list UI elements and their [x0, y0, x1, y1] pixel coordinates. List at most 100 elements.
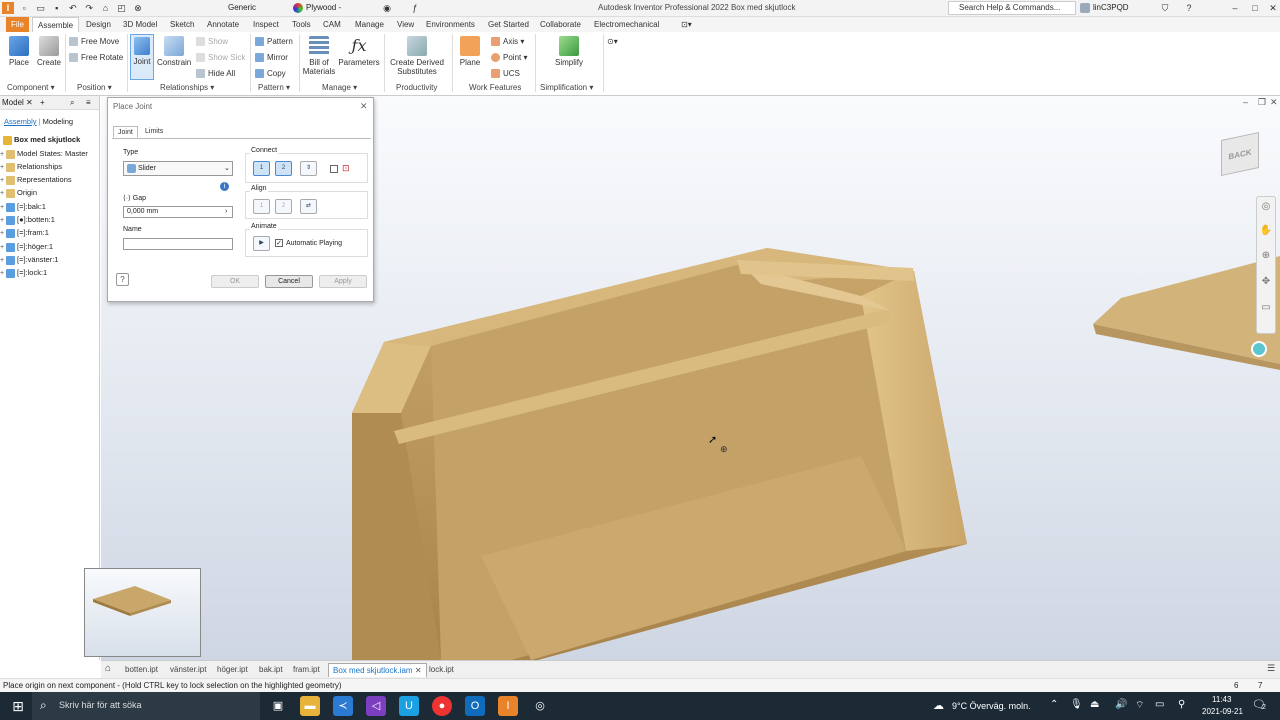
- maximize-icon[interactable]: □: [1249, 2, 1261, 14]
- lock-checkbox[interactable]: [330, 165, 338, 173]
- group-title-component[interactable]: Component ▾: [7, 83, 55, 92]
- apply-button[interactable]: Apply: [319, 275, 367, 288]
- volume-icon[interactable]: 🔊: [1115, 699, 1127, 710]
- chrome-icon[interactable]: ●: [432, 696, 452, 716]
- doc-tabs-menu-icon[interactable]: ☰: [1267, 663, 1275, 674]
- tab-annotate[interactable]: Annotate: [202, 17, 244, 32]
- bill-of-materials-button[interactable]: Bill of Materials: [302, 36, 336, 76]
- plane-button[interactable]: Plane: [456, 36, 484, 67]
- create-derived-substitutes-button[interactable]: Create Derived Substitutes: [388, 36, 446, 76]
- tree-item[interactable]: + [=]:höger:1: [0, 241, 53, 254]
- arrow-right-icon[interactable]: ›: [225, 207, 227, 217]
- inventor-logo-icon[interactable]: I: [2, 2, 14, 14]
- mirror-button[interactable]: Mirror: [255, 52, 288, 64]
- chevron-up-icon[interactable]: ⌃: [1050, 699, 1058, 710]
- browser-tab-modeling[interactable]: Modeling: [43, 117, 73, 126]
- network-icon[interactable]: ⚲: [1178, 699, 1185, 710]
- usb-icon[interactable]: ⏏: [1090, 699, 1099, 710]
- minimize-icon[interactable]: –: [1229, 2, 1241, 14]
- material-icon[interactable]: ⊗: [132, 2, 144, 14]
- tree-item[interactable]: + [=]:bak:1: [0, 201, 46, 214]
- name-input[interactable]: [123, 238, 233, 250]
- unity-hub-icon[interactable]: U: [399, 696, 419, 716]
- hide-all-button[interactable]: Hide All: [196, 68, 235, 80]
- battery-icon[interactable]: ▭: [1155, 699, 1164, 710]
- doc-tab-vanster[interactable]: vänster.ipt: [166, 663, 210, 677]
- doc-tab-fram[interactable]: fram.ipt: [289, 663, 324, 677]
- visual-studio-icon[interactable]: ◁: [366, 696, 386, 716]
- tab-sketch[interactable]: Sketch: [165, 17, 199, 32]
- place-button[interactable]: Place: [6, 36, 32, 67]
- ok-button[interactable]: OK: [211, 275, 259, 288]
- tab-3d-model[interactable]: 3D Model: [118, 17, 162, 32]
- browser-tab-assembly[interactable]: Assembly: [4, 117, 37, 126]
- tab-close-icon[interactable]: ✕: [415, 666, 422, 675]
- create-button[interactable]: Create: [36, 36, 62, 67]
- orbit-icon[interactable]: ✥: [1257, 267, 1275, 297]
- cart-icon[interactable]: ⛉: [1159, 2, 1171, 14]
- tab-get-started[interactable]: Get Started: [483, 17, 534, 32]
- select-icon[interactable]: ◰: [116, 2, 128, 14]
- group-title-simplification[interactable]: Simplification ▾: [540, 83, 593, 92]
- cancel-button[interactable]: Cancel: [265, 275, 313, 288]
- home-icon[interactable]: ⌂: [99, 2, 111, 14]
- tree-item[interactable]: + [=]:fram:1: [0, 227, 49, 240]
- show-button[interactable]: Show: [196, 36, 228, 48]
- user-name[interactable]: linC3PQD: [1093, 0, 1129, 16]
- doc-tab-bak[interactable]: bak.ipt: [255, 663, 287, 677]
- browser-close-icon[interactable]: ✕: [26, 96, 33, 110]
- align2-button[interactable]: 2: [275, 199, 292, 214]
- tab-inspect[interactable]: Inspect: [248, 17, 284, 32]
- constrain-button[interactable]: Constrain: [157, 36, 191, 67]
- type-select[interactable]: Slider ⌄: [123, 161, 233, 176]
- app-taskbar-icon[interactable]: ◎: [530, 696, 550, 716]
- group-title-manage[interactable]: Manage ▾: [322, 83, 357, 92]
- free-rotate-button[interactable]: Free Rotate: [69, 52, 123, 64]
- origin2-button[interactable]: 2: [275, 161, 292, 176]
- free-move-button[interactable]: Free Move: [69, 36, 119, 48]
- tab-limits[interactable]: Limits: [141, 126, 167, 138]
- flip-align-button[interactable]: ⇄: [300, 199, 317, 214]
- group-title-relationships[interactable]: Relationships ▾: [160, 83, 214, 92]
- tab-tools[interactable]: Tools: [287, 17, 316, 32]
- look-at-icon[interactable]: ▭: [1257, 297, 1275, 319]
- pan-icon[interactable]: ✋: [1257, 217, 1275, 245]
- play-button[interactable]: ▶: [253, 236, 270, 251]
- browser-add-icon[interactable]: +: [40, 96, 45, 110]
- tab-environments[interactable]: Environments: [421, 17, 480, 32]
- tab-electromechanical[interactable]: Electromechanical: [589, 17, 664, 32]
- view-minimize-icon[interactable]: –: [1243, 97, 1248, 107]
- tab-design[interactable]: Design: [81, 17, 116, 32]
- clock-date[interactable]: 2021-09-21: [1202, 707, 1243, 716]
- tab-joint[interactable]: Joint: [113, 126, 138, 138]
- joint-button[interactable]: Joint: [130, 34, 154, 80]
- tab-view[interactable]: View: [392, 17, 419, 32]
- tree-item[interactable]: + [=]:lock:1: [0, 267, 47, 280]
- help-icon[interactable]: ?: [1183, 2, 1195, 14]
- axis-button[interactable]: Axis ▾: [491, 36, 524, 48]
- redo-icon[interactable]: ↷: [83, 2, 95, 14]
- ribbon-extra-icon[interactable]: ⊙▾: [607, 36, 618, 48]
- open-icon[interactable]: ▭: [34, 2, 46, 14]
- ucs-button[interactable]: UCS: [491, 68, 520, 80]
- clear-appearance-icon[interactable]: ◉: [381, 2, 393, 14]
- dialog-close-icon[interactable]: ✕: [360, 101, 368, 112]
- group-title-position[interactable]: Position ▾: [77, 83, 112, 92]
- view-close-icon[interactable]: ✕: [1270, 97, 1278, 108]
- outlook-icon[interactable]: O: [465, 696, 485, 716]
- tree-item[interactable]: + Model States: Master: [0, 148, 88, 161]
- doc-tab-lock[interactable]: lock.ipt: [425, 663, 458, 677]
- tree-item[interactable]: + [●]:botten:1: [0, 214, 55, 227]
- copy-button[interactable]: Copy: [255, 68, 286, 80]
- doc-tab-box-med-skjutlock[interactable]: Box med skjutlock.iam ✕: [328, 663, 427, 677]
- tree-root[interactable]: Box med skjutlock: [0, 134, 80, 146]
- search-input[interactable]: Search Help & Commands...: [948, 1, 1076, 15]
- doc-tab-hoger[interactable]: höger.ipt: [213, 663, 252, 677]
- tree-item[interactable]: + Origin: [0, 187, 37, 200]
- group-title-pattern[interactable]: Pattern ▾: [258, 83, 290, 92]
- tab-assemble[interactable]: Assemble: [32, 17, 80, 32]
- file-explorer-icon[interactable]: ▬: [300, 696, 320, 716]
- undo-icon[interactable]: ↶: [67, 2, 79, 14]
- point-button[interactable]: Point ▾: [491, 52, 527, 64]
- new-icon[interactable]: ▫: [18, 2, 30, 14]
